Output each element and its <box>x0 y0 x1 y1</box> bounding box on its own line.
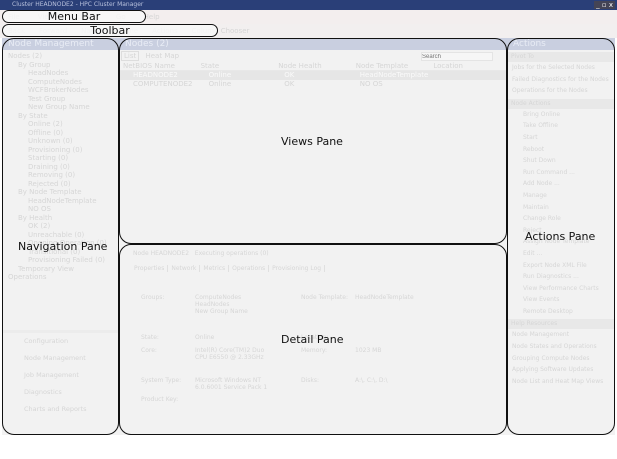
menu-bar-callout: Menu Bar <box>2 10 146 23</box>
views-pane-label: Views Pane <box>281 135 343 148</box>
toolbar-callout: Toolbar <box>2 24 218 37</box>
navigation-pane-label: Navigation Pane <box>18 240 108 253</box>
menu-item-help[interactable]: Help <box>144 13 160 21</box>
title-bar: Cluster HEADNODE2 - HPC Cluster Manager <box>0 0 617 10</box>
actions-pane-label: Actions Pane <box>525 230 596 243</box>
window-title: Cluster HEADNODE2 - HPC Cluster Manager <box>12 1 144 8</box>
navigation-pane-outline <box>2 38 119 435</box>
detail-pane-label: Detail Pane <box>281 333 344 346</box>
window-controls[interactable]: _ ▫ x <box>594 1 615 9</box>
